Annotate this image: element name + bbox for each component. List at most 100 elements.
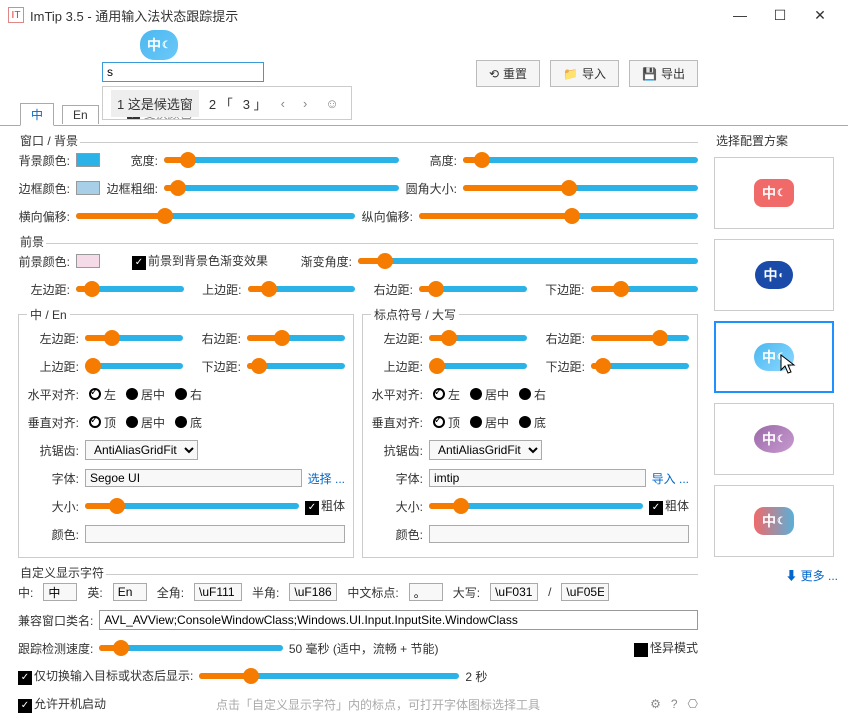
show-duration-slider[interactable] — [199, 673, 459, 679]
zh-size-slider[interactable] — [85, 503, 299, 509]
fg-lm-slider[interactable] — [76, 286, 184, 292]
zh-font-select-link[interactable]: 选择 ... — [308, 470, 345, 487]
custom-section-title: 自定义显示字符 — [18, 564, 106, 581]
maximize-button[interactable]: ☐ — [760, 0, 800, 30]
fg-tm-slider[interactable] — [248, 286, 356, 292]
save-icon: 💾 — [642, 67, 657, 81]
custom-slash[interactable] — [561, 583, 609, 601]
reset-button[interactable]: ⟲重置 — [476, 60, 540, 87]
zh-halign-center[interactable]: 居中 — [126, 386, 165, 403]
zh-valign-bottom[interactable]: 底 — [175, 414, 202, 431]
zh-halign-right[interactable]: 右 — [175, 386, 202, 403]
p-rm-slider[interactable] — [591, 335, 689, 341]
scheme-4[interactable]: 中☾ — [714, 485, 834, 557]
zh-valign-top[interactable]: 顶 — [89, 414, 116, 431]
import-button[interactable]: 📁导入 — [550, 60, 619, 87]
zh-tm-slider[interactable] — [85, 363, 183, 369]
candidate-3[interactable]: 3 」 — [243, 94, 267, 113]
p-halign-right[interactable]: 右 — [519, 386, 546, 403]
p-bm-slider[interactable] — [591, 363, 689, 369]
candidate-prev[interactable]: ‹ — [277, 96, 289, 111]
zh-bm-slider[interactable] — [247, 363, 345, 369]
export-button[interactable]: 💾导出 — [629, 60, 698, 87]
custom-en[interactable] — [113, 583, 147, 601]
zh-font-input[interactable] — [85, 469, 302, 487]
zh-bold-checkbox[interactable]: ✓粗体 — [305, 497, 345, 515]
p-aa-select[interactable]: AntiAliasGridFit — [429, 440, 542, 460]
candidate-1[interactable]: 1 这是候选窗 — [111, 90, 199, 117]
p-font-input[interactable] — [429, 469, 646, 487]
scheme-3[interactable]: 中☾ — [714, 403, 834, 475]
autorun-checkbox[interactable]: ✓允许开机启动 — [18, 695, 106, 713]
fg-bm-label: 下边距: — [533, 281, 585, 298]
custom-full[interactable] — [194, 583, 242, 601]
p-valign-bottom[interactable]: 底 — [519, 414, 546, 431]
p-valign-top[interactable]: 顶 — [433, 414, 460, 431]
candidate-emoji[interactable]: ☺ — [321, 96, 342, 111]
zh-valign-center[interactable]: 居中 — [126, 414, 165, 431]
p-size-slider[interactable] — [429, 503, 643, 509]
p-lm-slider[interactable] — [429, 335, 527, 341]
minimize-button[interactable]: — — [720, 0, 760, 30]
height-slider[interactable] — [463, 157, 698, 163]
preview-input[interactable] — [102, 62, 264, 82]
border-color-picker[interactable] — [76, 181, 100, 195]
titlebar: IT ImTip 3.5 - 通用输入法状态跟踪提示 — ☐ ✕ — [0, 0, 848, 30]
border-w-slider[interactable] — [164, 185, 399, 191]
settings-icon[interactable]: ⚙ — [650, 697, 661, 711]
tab-zh[interactable]: 中 — [20, 103, 54, 126]
grad-angle-label: 渐变角度: — [300, 253, 352, 270]
scheme-0[interactable]: 中☾ — [714, 157, 834, 229]
radius-label: 圆角大小: — [405, 180, 457, 197]
p-halign-center[interactable]: 居中 — [470, 386, 509, 403]
tab-en[interactable]: En — [62, 105, 99, 124]
p-valign-center[interactable]: 居中 — [470, 414, 509, 431]
zh-halign-left[interactable]: 左 — [89, 386, 116, 403]
fg-rm-slider[interactable] — [419, 286, 527, 292]
zh-aa-select[interactable]: AntiAliasGridFit — [85, 440, 198, 460]
p-font-import-link[interactable]: 导入 ... — [652, 470, 689, 487]
compat-label: 兼容窗口类名: — [18, 612, 93, 629]
fg-bm-slider[interactable] — [591, 286, 699, 292]
github-icon[interactable]: ⎔ — [688, 697, 698, 711]
radius-slider[interactable] — [463, 185, 698, 191]
compat-input[interactable] — [99, 610, 698, 630]
grad-angle-slider[interactable] — [358, 258, 698, 264]
p-bold-checkbox[interactable]: ✓粗体 — [649, 497, 689, 515]
zh-color-input[interactable] — [85, 525, 345, 543]
question-icon[interactable]: ? — [671, 697, 678, 711]
custom-half[interactable] — [289, 583, 337, 601]
fg-rm-label: 右边距: — [361, 281, 413, 298]
bg-color-picker[interactable] — [76, 153, 100, 167]
custom-zh[interactable] — [43, 583, 77, 601]
track-speed-slider[interactable] — [99, 645, 282, 651]
p-halign-left[interactable]: 左 — [433, 386, 460, 403]
candidate-2[interactable]: 2 「 — [209, 94, 233, 113]
fieldset-punct: 标点符号 / 大写 左边距: 右边距: 上边距: 下边距: 水平对齐: 左 居中… — [362, 306, 698, 558]
custom-cnpunct[interactable] — [409, 583, 443, 601]
fg-color-picker[interactable] — [76, 254, 100, 268]
candidate-bar: 1 这是候选窗 2 「 3 」 ‹ › ☺ — [102, 86, 352, 120]
zh-lm-slider[interactable] — [85, 335, 183, 341]
close-button[interactable]: ✕ — [800, 0, 840, 30]
fieldset-zh: 中 / En 左边距: 右边距: 上边距: 下边距: 水平对齐: 左 居中 右 … — [18, 306, 354, 558]
weird-mode-checkbox[interactable]: 怪异模式 — [634, 639, 698, 657]
preview-area: 中☾ 1 这是候选窗 2 「 3 」 ‹ › ☺ ⟲重置 📁导入 💾导出 — [0, 30, 848, 102]
candidate-next[interactable]: › — [299, 96, 311, 111]
fg-lm-label: 左边距: — [18, 281, 70, 298]
p-tm-slider[interactable] — [429, 363, 527, 369]
zh-rm-slider[interactable] — [247, 335, 345, 341]
scheme-1[interactable]: 中◐ — [714, 239, 834, 311]
voff-slider[interactable] — [419, 213, 698, 219]
show-on-switch-checkbox[interactable]: ✓仅切换输入目标或状态后显示: — [18, 667, 193, 685]
more-link[interactable]: ⬇ 更多 ... — [714, 567, 838, 584]
p-color-input[interactable] — [429, 525, 689, 543]
width-slider[interactable] — [164, 157, 399, 163]
height-label: 高度: — [405, 152, 457, 169]
scheme-2[interactable]: 中☾ — [714, 321, 834, 393]
zh-legend: 中 / En — [27, 306, 70, 323]
gradient-checkbox[interactable]: ✓前景到背景色渐变效果 — [132, 252, 268, 270]
fg-tm-label: 上边距: — [190, 281, 242, 298]
hoff-slider[interactable] — [76, 213, 355, 219]
custom-caps[interactable] — [490, 583, 538, 601]
